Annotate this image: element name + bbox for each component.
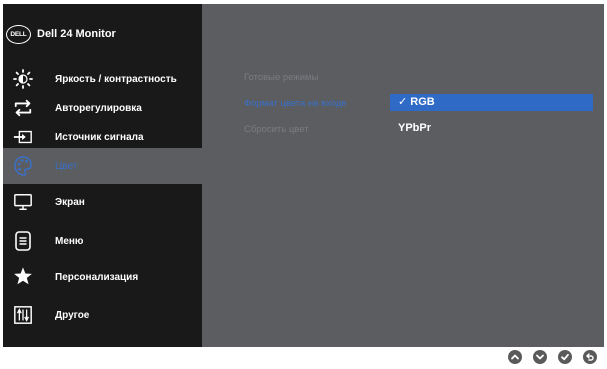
sidebar-item-label: Меню bbox=[55, 236, 84, 247]
option-preset-modes[interactable]: Готовые режимы bbox=[244, 72, 318, 83]
back-icon[interactable] bbox=[583, 350, 597, 364]
monitor-title: Dell 24 Monitor bbox=[37, 28, 116, 40]
sidebar-item-label: Экран bbox=[55, 197, 85, 208]
value-ypbpr[interactable]: YPbPr bbox=[390, 120, 593, 137]
dell-logo: DELL bbox=[6, 25, 31, 44]
osd-window: DELL Dell 24 Monitor Яркость / контрастн… bbox=[3, 4, 604, 347]
menu-icon bbox=[13, 231, 33, 251]
sidebar-item-display[interactable]: Экран bbox=[3, 184, 202, 220]
sidebar-item-label: Другое bbox=[55, 310, 90, 321]
sidebar-item-other[interactable]: Другое bbox=[3, 297, 202, 333]
sidebar: DELL Dell 24 Monitor Яркость / контрастн… bbox=[3, 4, 202, 347]
sidebar-item-color[interactable]: Цвет bbox=[3, 148, 202, 184]
color-palette-icon bbox=[13, 156, 33, 176]
sidebar-item-label: Авторегулировка bbox=[55, 103, 142, 114]
check-icon[interactable] bbox=[558, 350, 572, 364]
sidebar-item-label: Цвет bbox=[55, 161, 78, 172]
other-icon bbox=[13, 305, 33, 325]
input-source-icon bbox=[13, 127, 33, 147]
brand-header: DELL Dell 24 Monitor bbox=[3, 4, 202, 60]
star-icon bbox=[13, 266, 33, 286]
down-icon[interactable] bbox=[533, 350, 547, 364]
auto-adjust-icon bbox=[13, 98, 33, 118]
navigation-buttons bbox=[508, 350, 597, 364]
sidebar-item-menu[interactable]: Меню bbox=[3, 223, 202, 259]
sidebar-item-label: Источник сигнала bbox=[55, 132, 144, 143]
brightness-icon bbox=[13, 69, 33, 89]
display-icon bbox=[13, 192, 33, 212]
sidebar-item-label: Персонализация bbox=[55, 272, 139, 283]
option-input-color-format[interactable]: Формат цвета на входе bbox=[244, 98, 347, 109]
option-reset-color[interactable]: Сбросить цвет bbox=[244, 124, 309, 135]
sidebar-item-personalize[interactable]: Персонализация bbox=[3, 259, 202, 295]
up-icon[interactable] bbox=[508, 350, 522, 364]
sidebar-item-label: Яркость / контрастность bbox=[55, 74, 177, 85]
value-rgb[interactable]: ✓ RGB bbox=[390, 94, 593, 111]
